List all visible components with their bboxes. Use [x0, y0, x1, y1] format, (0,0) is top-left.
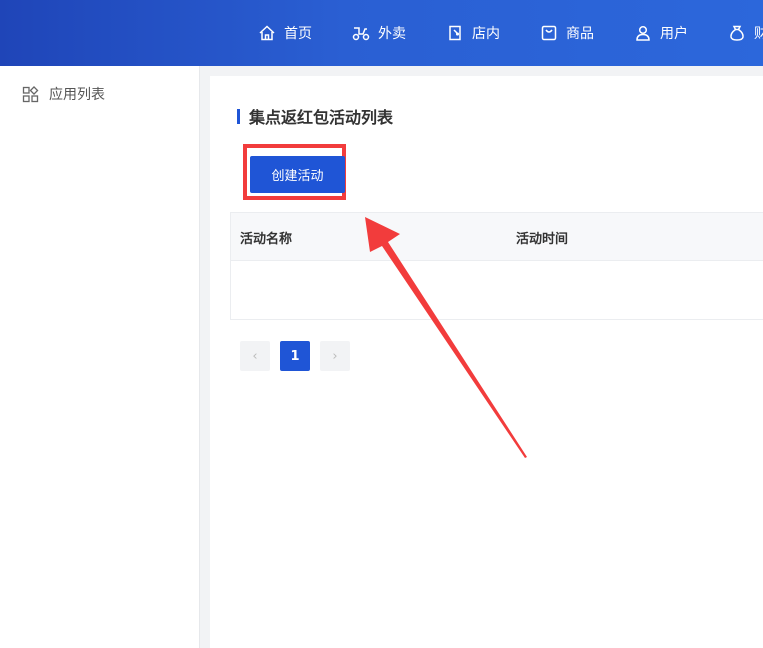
sidebar-item-label: 应用列表	[49, 87, 105, 103]
table-header: 活动名称 活动时间	[231, 213, 763, 261]
nav-label: 财	[754, 26, 763, 42]
top-nav: 首页 外卖 店内 商品 用户 财	[258, 0, 763, 66]
nav-item-home[interactable]: 首页	[258, 23, 312, 43]
user-icon	[636, 25, 650, 41]
activity-table: 活动名称 活动时间	[230, 212, 763, 320]
nav-label: 店内	[472, 26, 500, 42]
column-header-name: 活动名称	[240, 232, 293, 247]
column-header-time: 活动时间	[516, 232, 569, 247]
sidebar: 应用列表	[0, 66, 200, 648]
pagination: ‹ 1 ›	[240, 341, 360, 371]
top-navbar: 首页 外卖 店内 商品 用户 财	[0, 0, 763, 66]
store-door-icon	[449, 25, 461, 41]
title-accent-bar	[237, 108, 240, 124]
nav-item-dine-in[interactable]: 店内	[446, 23, 500, 43]
create-activity-button[interactable]: 创建活动	[250, 156, 345, 193]
money-bag-icon	[730, 25, 744, 41]
nav-label: 外卖	[378, 26, 406, 42]
scooter-icon	[352, 27, 370, 41]
product-box-icon	[541, 25, 557, 41]
nav-label: 商品	[566, 26, 594, 42]
nav-label: 用户	[660, 26, 688, 42]
nav-item-takeout[interactable]: 外卖	[352, 23, 406, 43]
nav-item-finance[interactable]: 财	[728, 23, 763, 43]
page-number-current[interactable]: 1	[280, 341, 310, 371]
prev-page-button[interactable]: ‹	[240, 341, 270, 371]
page-title: 集点返红包活动列表	[237, 106, 394, 127]
nav-label: 首页	[284, 26, 312, 42]
page-title-text: 集点返红包活动列表	[249, 108, 394, 127]
home-icon	[259, 25, 275, 41]
sidebar-item-app-list[interactable]: 应用列表	[22, 84, 105, 104]
nav-item-users[interactable]: 用户	[634, 23, 688, 43]
main-panel: 集点返红包活动列表 创建活动 活动名称 活动时间 ‹ 1 ›	[210, 76, 763, 648]
apps-grid-icon	[22, 85, 39, 102]
nav-item-products[interactable]: 商品	[540, 23, 594, 43]
next-page-button[interactable]: ›	[320, 341, 350, 371]
